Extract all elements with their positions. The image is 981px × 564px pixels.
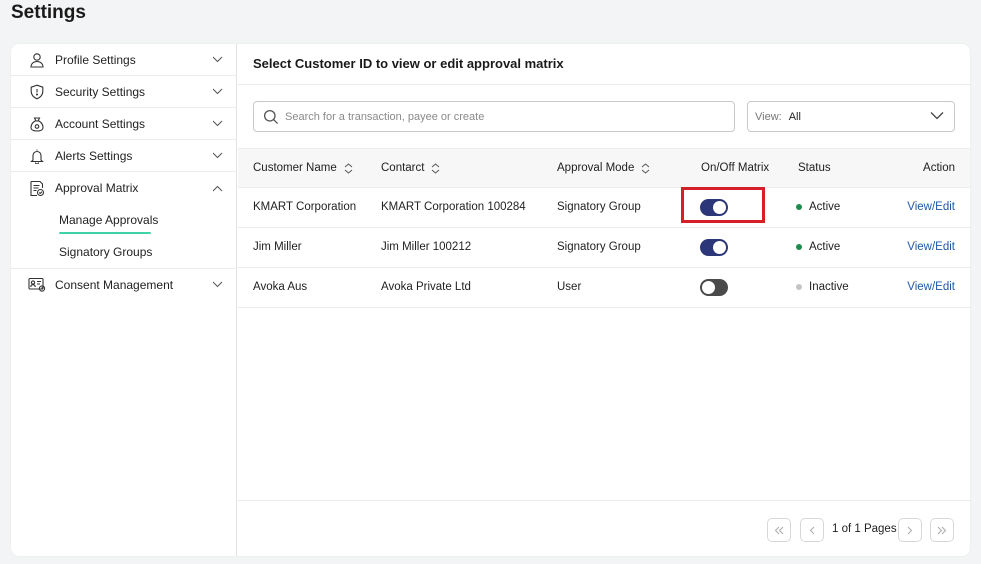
toggle-knob: [713, 201, 726, 214]
double-chevron-right-icon: [937, 526, 947, 534]
next-page-button[interactable]: [898, 518, 922, 542]
sort-icon: [642, 162, 650, 174]
page-title: Settings: [11, 2, 86, 23]
settings-card: Profile Settings Security Settings Accou…: [11, 44, 970, 556]
sidebar-item-label: Account Settings: [55, 116, 146, 131]
cell-contract: Avoka Private Ltd: [381, 281, 471, 293]
sidebar-item-security-settings[interactable]: Security Settings: [11, 76, 237, 108]
last-page-button[interactable]: [930, 518, 954, 542]
table-row: KMART Corporation KMART Corporation 1002…: [238, 188, 970, 228]
column-header-status: Status: [798, 162, 831, 174]
pagination-footer: 1 of 1 Pages: [238, 500, 970, 556]
toggle-knob: [702, 281, 715, 294]
table-row: Jim Miller Jim Miller 100212 Signatory G…: [238, 228, 970, 268]
sidebar-subitem-manage-approvals[interactable]: Manage Approvals: [59, 213, 158, 234]
sidebar-subitem-signatory-groups[interactable]: Signatory Groups: [59, 245, 152, 259]
column-header-label: Contarct: [381, 162, 425, 174]
main-panel: Select Customer ID to view or edit appro…: [238, 44, 970, 556]
status-dot-active: [796, 204, 802, 210]
prev-page-button[interactable]: [800, 518, 824, 542]
chevron-down-icon: [211, 118, 223, 130]
sort-icon: [432, 162, 440, 174]
cell-customer-name: KMART Corporation: [253, 201, 357, 213]
sidebar-item-label: Approval Matrix: [55, 181, 139, 195]
document-check-icon: [28, 179, 46, 197]
view-edit-link[interactable]: View/Edit: [907, 241, 955, 253]
cell-contract: Jim Miller 100212: [381, 241, 472, 253]
search-box[interactable]: [253, 101, 735, 132]
status-label: Active: [809, 201, 841, 213]
search-input[interactable]: [285, 110, 715, 123]
view-edit-link[interactable]: View/Edit: [907, 281, 955, 293]
sidebar-item-consent-management[interactable]: Consent Management: [11, 268, 237, 300]
cell-approval-mode: User: [557, 281, 582, 293]
column-header-customer-name[interactable]: Customer Name: [253, 162, 353, 174]
cell-customer-name: Jim Miller: [253, 241, 302, 253]
chevron-down-icon: [930, 112, 944, 120]
view-select[interactable]: View: All: [747, 101, 955, 132]
first-page-button[interactable]: [767, 518, 791, 542]
pagination-text: 1 of 1 Pages: [832, 523, 897, 535]
chevron-down-icon: [211, 150, 223, 162]
main-title: Select Customer ID to view or edit appro…: [253, 56, 564, 71]
shield-icon: [28, 83, 46, 101]
sidebar-item-account-settings[interactable]: Account Settings: [11, 108, 237, 140]
sidebar-item-label: Consent Management: [55, 277, 174, 292]
sidebar-item-alerts-settings[interactable]: Alerts Settings: [11, 140, 237, 172]
column-header-label: Approval Mode: [557, 162, 635, 174]
user-icon: [28, 51, 46, 69]
sidebar-item-label: Alerts Settings: [55, 148, 133, 163]
matrix-toggle[interactable]: [700, 279, 728, 296]
id-card-icon: [28, 276, 46, 294]
matrix-toggle[interactable]: [700, 239, 728, 256]
search-icon: [263, 109, 279, 124]
cell-status: Active: [796, 241, 840, 253]
status-dot-inactive: [796, 284, 802, 290]
double-chevron-left-icon: [774, 526, 784, 534]
view-select-value: All: [788, 110, 801, 123]
chevron-down-icon: [211, 86, 223, 98]
status-label: Inactive: [809, 281, 849, 293]
chevron-up-icon: [211, 182, 223, 194]
matrix-toggle[interactable]: [700, 199, 728, 216]
chevron-down-icon: [211, 279, 223, 291]
status-label: Active: [809, 241, 841, 253]
cell-contract: KMART Corporation 100284: [381, 201, 526, 213]
cell-customer-name: Avoka Aus: [253, 281, 308, 293]
toggle-knob: [713, 241, 726, 254]
view-select-label: View:: [755, 110, 782, 123]
cell-approval-mode: Signatory Group: [557, 241, 641, 253]
sidebar: Profile Settings Security Settings Accou…: [11, 44, 237, 556]
chevron-right-icon: [907, 526, 913, 534]
sidebar-item-approval-matrix[interactable]: Approval Matrix: [11, 172, 237, 204]
column-header-label: Customer Name: [253, 162, 337, 174]
status-dot-active: [796, 244, 802, 250]
table-header: Customer Name Contarct Approval Mode On/…: [238, 148, 970, 188]
sidebar-item-profile-settings[interactable]: Profile Settings: [11, 44, 237, 76]
cell-status: Active: [796, 201, 840, 213]
sort-icon: [344, 162, 353, 174]
main-header: Select Customer ID to view or edit appro…: [238, 44, 970, 85]
bell-icon: [28, 147, 46, 165]
cell-approval-mode: Signatory Group: [557, 201, 641, 213]
money-bag-icon: [28, 115, 46, 133]
view-edit-link[interactable]: View/Edit: [907, 201, 955, 213]
sidebar-item-label: Profile Settings: [55, 52, 136, 67]
sidebar-item-label: Security Settings: [55, 84, 146, 99]
column-header-action: Action: [923, 162, 955, 174]
column-header-on-off-matrix: On/Off Matrix: [701, 162, 770, 174]
column-header-approval-mode[interactable]: Approval Mode: [557, 162, 650, 174]
chevron-left-icon: [809, 526, 815, 534]
cell-status: Inactive: [796, 281, 849, 293]
table-row: Avoka Aus Avoka Private Ltd User Inactiv…: [238, 268, 970, 308]
column-header-contract[interactable]: Contarct: [381, 162, 440, 174]
chevron-down-icon: [211, 54, 223, 66]
